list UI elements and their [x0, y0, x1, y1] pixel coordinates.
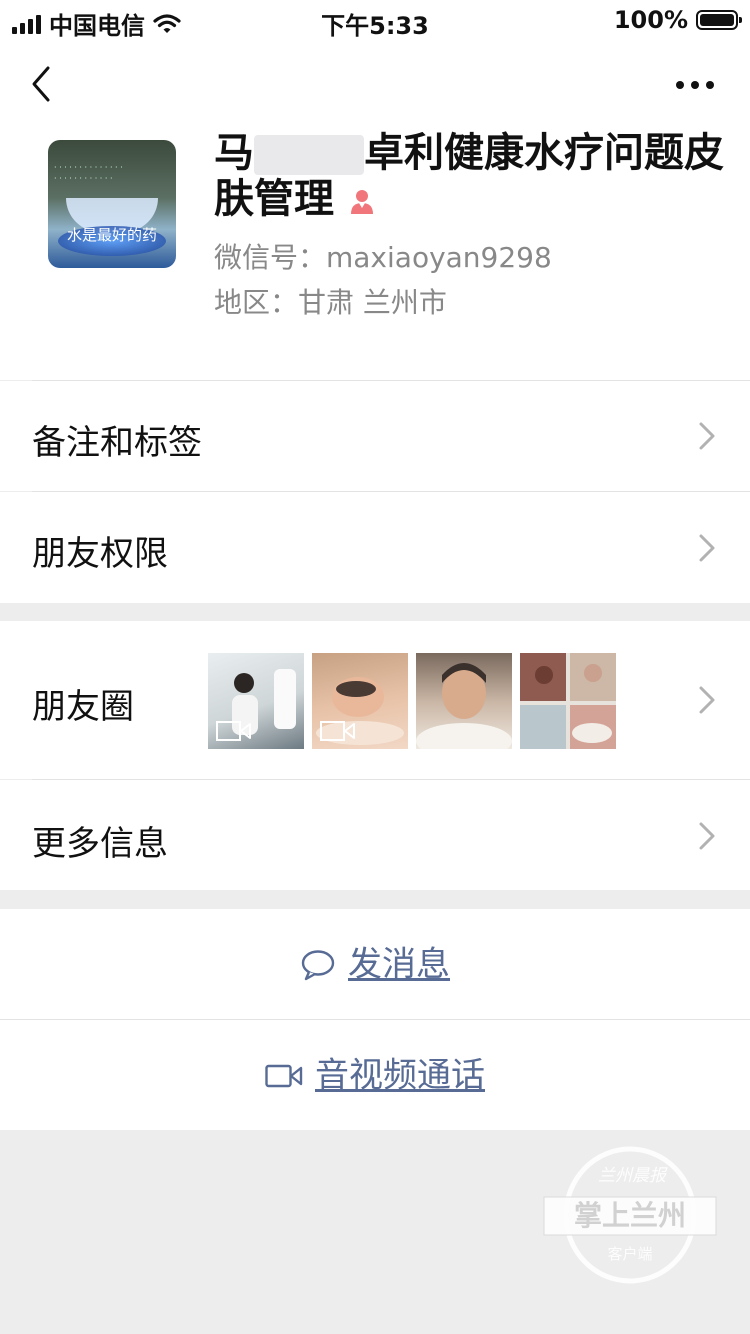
video-icon: [216, 721, 251, 741]
video-camera-icon: [265, 1064, 303, 1087]
watermark-logo: 掌上兰州 兰州晨报 客户端: [543, 1146, 717, 1284]
remarks-tags-row[interactable]: 备注和标签: [0, 381, 750, 491]
video-icon: [320, 721, 355, 741]
moments-thumbnail[interactable]: [520, 653, 616, 749]
remarks-tags-label: 备注和标签: [32, 423, 202, 463]
battery-percent: 100%: [613, 6, 688, 34]
moments-row[interactable]: 朋友圈: [0, 621, 750, 779]
avatar-tiny-text: · · · · · · · · · · · · · · · · · · · · ·…: [54, 163, 123, 183]
video-call-label: 音视频通话: [315, 1055, 485, 1096]
moments-label: 朋友圈: [32, 687, 134, 727]
back-button[interactable]: [26, 62, 66, 106]
chevron-right-icon: [699, 822, 715, 850]
chat-bubble-icon: [301, 949, 335, 980]
more-options-button[interactable]: [670, 70, 720, 100]
friend-permissions-row[interactable]: 朋友权限: [0, 492, 750, 603]
moments-thumbnail[interactable]: [312, 653, 408, 749]
thumbnail-scene: [520, 653, 616, 749]
nav-bar: [0, 40, 750, 130]
more-info-label: 更多信息: [32, 824, 168, 864]
send-message-button[interactable]: 发消息: [0, 909, 750, 1019]
name-prefix: 马: [214, 130, 254, 176]
svg-text:客户端: 客户端: [607, 1245, 652, 1263]
more-dot-icon: [706, 81, 714, 89]
chevron-right-icon: [699, 422, 715, 450]
female-icon: [351, 190, 373, 214]
more-dot-icon: [676, 81, 684, 89]
profile-header: · · · · · · · · · · · · · · · · · · · · ·…: [0, 130, 750, 380]
profile-name: 马卓利健康水疗问题皮肤管理: [214, 130, 724, 222]
avatar[interactable]: · · · · · · · · · · · · · · · · · · · · ·…: [48, 140, 176, 268]
svg-text:兰州晨报: 兰州晨报: [598, 1166, 668, 1186]
friend-permissions-label: 朋友权限: [32, 534, 168, 574]
status-bar: 中国电信 下午5:33 100%: [0, 0, 750, 40]
moments-thumbnail[interactable]: [208, 653, 304, 749]
battery-icon: [696, 10, 742, 30]
send-message-label: 发消息: [348, 944, 450, 985]
video-call-button[interactable]: 音视频通话: [0, 1020, 750, 1130]
region: 地区：甘肃 兰州市: [214, 286, 447, 319]
chevron-right-icon: [699, 686, 715, 714]
avatar-caption: 水是最好的药: [66, 226, 157, 244]
more-dot-icon: [691, 81, 699, 89]
thumbnail-scene: [416, 663, 512, 749]
chevron-right-icon: [699, 534, 715, 562]
svg-text:掌上兰州: 掌上兰州: [574, 1199, 686, 1232]
moments-thumbnail[interactable]: [416, 653, 512, 749]
wechat-id: 微信号：maxiaoyan9298: [214, 241, 552, 274]
chevron-left-icon: [32, 66, 50, 102]
name-redaction: [254, 135, 364, 175]
more-info-row[interactable]: 更多信息: [0, 780, 750, 890]
